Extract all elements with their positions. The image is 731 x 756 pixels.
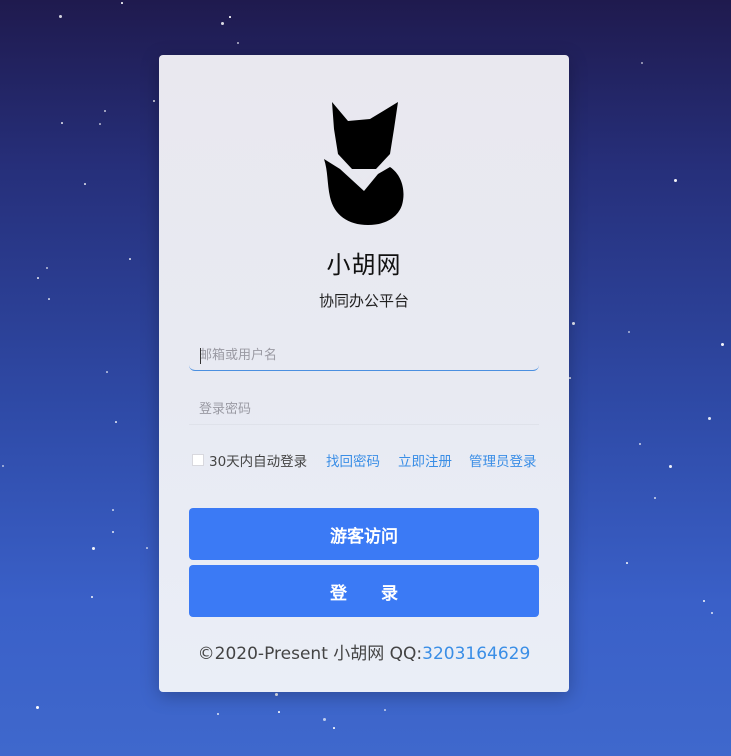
remember-me-checkbox[interactable] (192, 454, 204, 466)
star-dot (572, 322, 575, 325)
star-dot (641, 62, 643, 64)
star-dot (275, 693, 278, 696)
star-dot (37, 277, 39, 279)
star-dot (654, 497, 656, 499)
remember-me-label: 30天内自动登录 (209, 454, 308, 470)
star-dot (106, 371, 108, 373)
register-link[interactable]: 立即注册 (398, 450, 452, 470)
star-dot (92, 547, 95, 550)
star-dot (99, 123, 101, 125)
forgot-password-link[interactable]: 找回密码 (326, 450, 380, 470)
guest-access-button[interactable]: 游客访问 (189, 508, 539, 560)
text-cursor (200, 348, 201, 364)
star-dot (112, 531, 114, 533)
qq-number: 3203164629 (422, 644, 531, 664)
footer-copyright: ©2020-Present 小胡网 QQ:3203164629 (159, 639, 569, 664)
star-dot (569, 377, 571, 379)
star-dot (237, 42, 239, 44)
login-button[interactable]: 登 录 (189, 565, 539, 617)
star-dot (278, 711, 280, 713)
star-dot (221, 22, 224, 25)
star-dot (121, 2, 123, 4)
star-dot (708, 417, 711, 420)
star-dot (84, 183, 86, 185)
login-card: 小胡网 协同办公平台 30天内自动登录 找回密码 立即注册 管理员登录 游客访问… (159, 55, 569, 692)
star-dot (48, 298, 50, 300)
star-dot (61, 122, 63, 124)
star-dot (46, 267, 48, 269)
star-dot (129, 258, 131, 260)
star-dot (639, 443, 641, 445)
star-dot (146, 547, 148, 549)
admin-login-link[interactable]: 管理员登录 (469, 450, 537, 470)
star-dot (36, 706, 39, 709)
star-dot (669, 465, 672, 468)
star-dot (626, 562, 628, 564)
site-subtitle: 协同办公平台 (318, 292, 409, 310)
username-input[interactable] (189, 341, 539, 371)
password-input[interactable] (189, 395, 539, 425)
remember-me-toggle[interactable]: 30天内自动登录 (192, 450, 307, 470)
star-dot (721, 343, 724, 346)
fox-logo-icon (324, 102, 404, 225)
star-dot (112, 509, 114, 511)
star-dot (384, 709, 386, 711)
login-options-row: 30天内自动登录 找回密码 立即注册 管理员登录 (192, 450, 542, 470)
star-dot (217, 713, 219, 715)
site-title: 小胡网 (326, 251, 402, 279)
star-dot (711, 612, 713, 614)
star-dot (628, 331, 630, 333)
star-dot (59, 15, 62, 18)
star-dot (333, 727, 335, 729)
copyright-text: ©2020-Present 小胡网 QQ: (197, 644, 423, 664)
star-dot (703, 600, 705, 602)
star-dot (323, 718, 326, 721)
star-dot (104, 110, 106, 112)
star-dot (674, 179, 677, 182)
star-dot (91, 596, 93, 598)
star-dot (153, 100, 155, 102)
star-dot (2, 465, 4, 467)
star-dot (229, 16, 231, 18)
star-dot (115, 421, 117, 423)
